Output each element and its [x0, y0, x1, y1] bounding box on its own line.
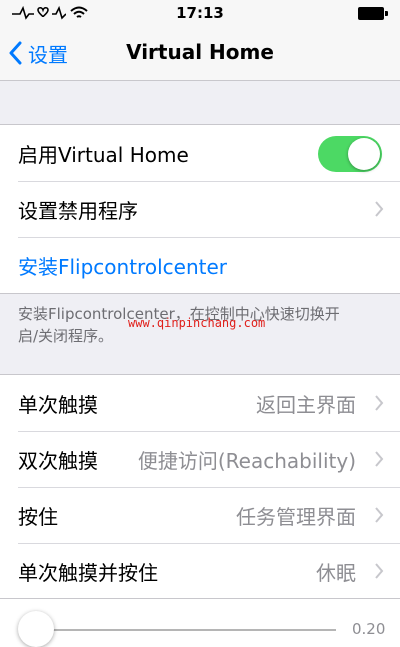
install-flipcontrolcenter-row[interactable]: 安装Flipcontrolcenter	[0, 237, 400, 293]
tap-and-hold-label: 单次触摸并按住	[18, 560, 158, 585]
gesture-actions-section: 单次触摸 返回主界面 双次触摸 便捷访问(Reachability) 按住 任务…	[0, 374, 400, 600]
slider-knob[interactable]	[18, 611, 54, 647]
tap-and-hold-value: 休眠	[316, 560, 356, 585]
chevron-right-icon	[375, 201, 384, 217]
single-tap-label: 单次触摸	[18, 392, 98, 417]
disabled-apps-label: 设置禁用程序	[18, 198, 138, 223]
double-tap-value: 便捷访问(Reachability)	[137, 448, 356, 473]
virtual-home-settings-section: 启用Virtual Home 设置禁用程序 安装Flipcontrolcente…	[0, 124, 400, 294]
chevron-right-icon	[375, 451, 384, 467]
status-bar: 17:13	[0, 0, 400, 28]
double-tap-row[interactable]: 双次触摸 便捷访问(Reachability)	[0, 431, 400, 487]
slider-track[interactable]	[36, 629, 336, 631]
tap-and-hold-row[interactable]: 单次触摸并按住 休眠	[0, 543, 400, 599]
single-tap-value: 返回主界面	[256, 392, 356, 417]
chevron-right-icon	[375, 563, 384, 579]
single-tap-row[interactable]: 单次触摸 返回主界面	[0, 375, 400, 431]
press-hold-row[interactable]: 按住 任务管理界面	[0, 487, 400, 543]
chevron-right-icon	[375, 395, 384, 411]
battery-icon	[358, 7, 388, 20]
status-time: 17:13	[176, 4, 224, 22]
enable-virtual-home-row: 启用Virtual Home	[0, 125, 400, 181]
enable-virtual-home-label: 启用Virtual Home	[18, 142, 189, 167]
slider-value: 0.20	[352, 620, 386, 638]
double-tap-label: 双次触摸	[18, 448, 98, 473]
install-flipcontrolcenter-link[interactable]: 安装Flipcontrolcenter	[18, 251, 227, 280]
disabled-apps-row[interactable]: 设置禁用程序	[0, 181, 400, 237]
sensitivity-slider-row: 0.20	[0, 598, 400, 647]
toggle-knob	[348, 138, 380, 170]
press-hold-label: 按住	[18, 504, 58, 529]
watermark: www.qinpinchang.com	[128, 316, 266, 330]
press-hold-value: 任务管理界面	[236, 504, 356, 529]
chevron-right-icon	[375, 507, 384, 523]
enable-virtual-home-toggle[interactable]	[318, 136, 382, 172]
page-title: Virtual Home	[126, 40, 274, 64]
navigation-bar: 设置 Virtual Home	[0, 28, 400, 81]
